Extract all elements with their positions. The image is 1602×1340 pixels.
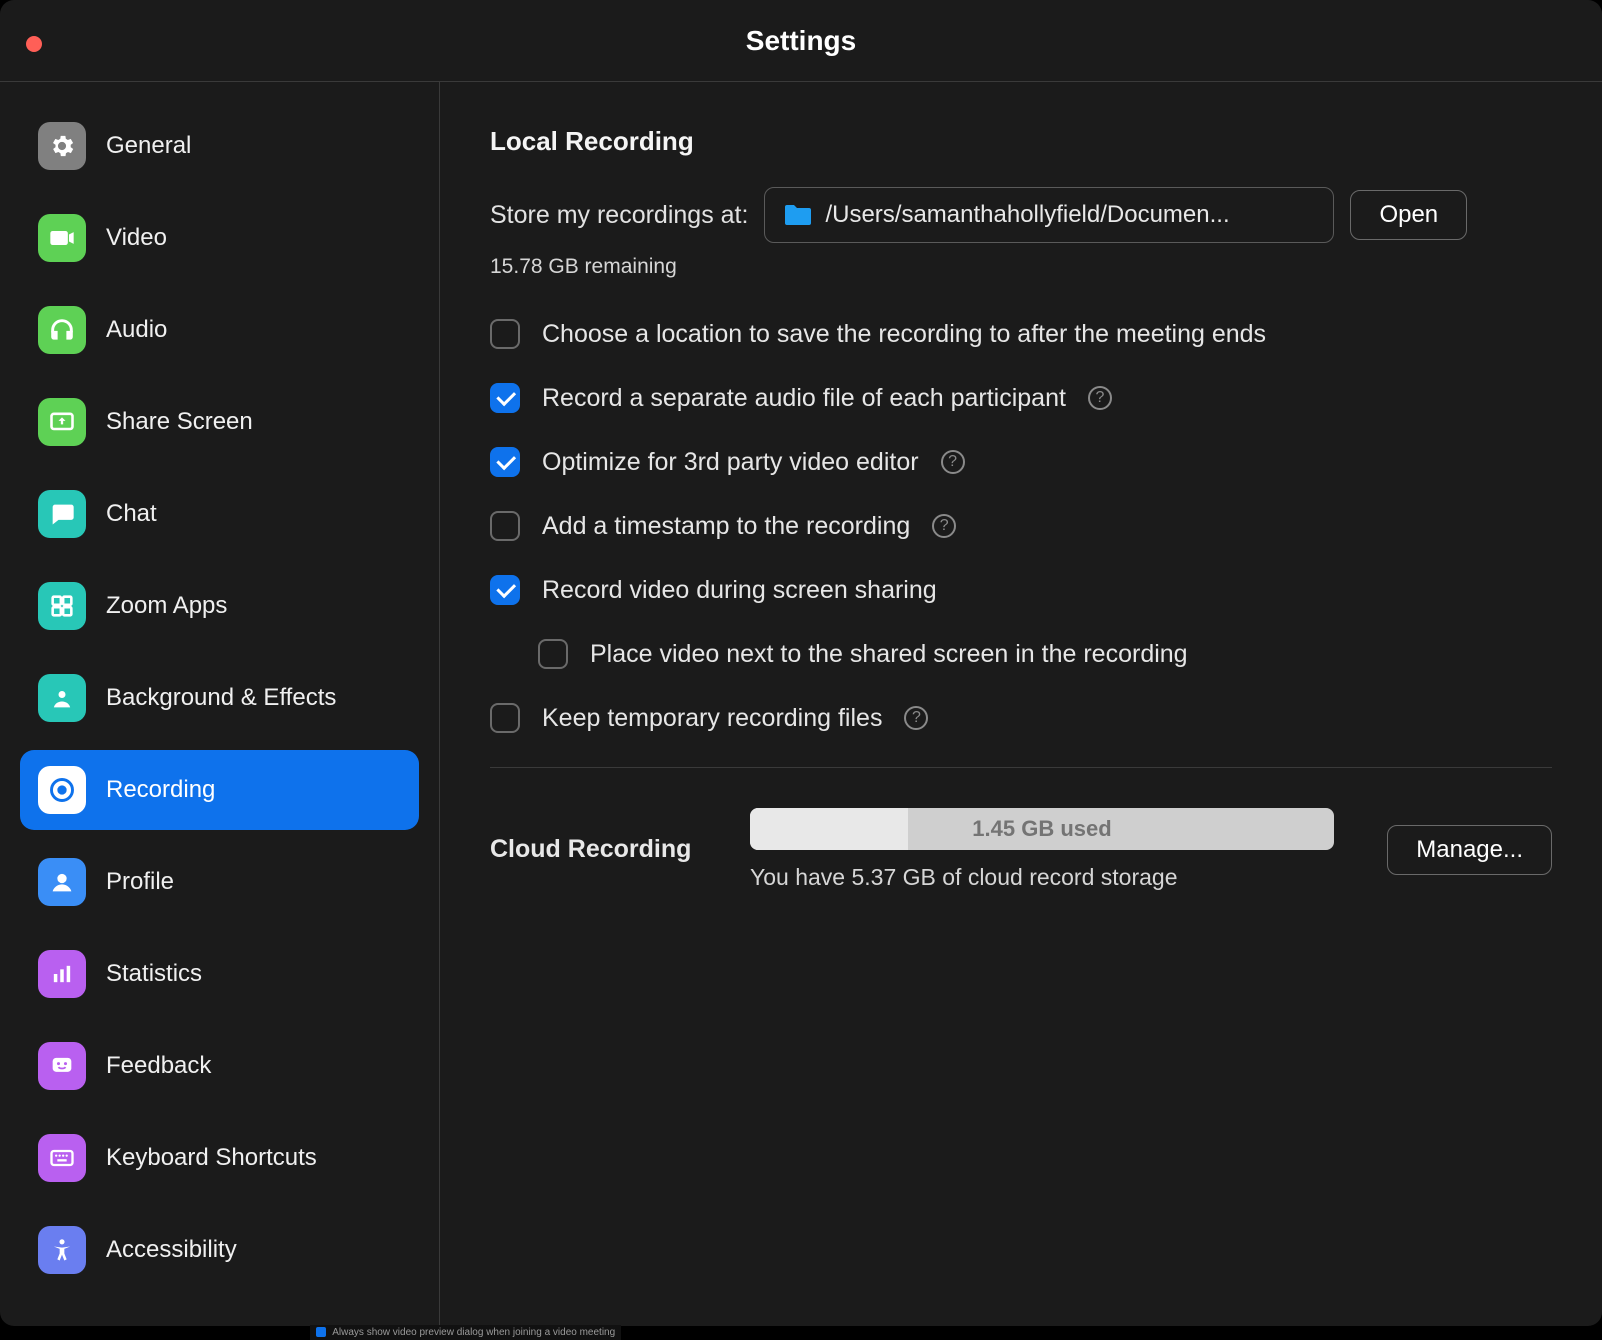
- sidebar-item-profile[interactable]: Profile: [20, 842, 419, 922]
- checkbox-label: Place video next to the shared screen in…: [590, 640, 1188, 669]
- background-window-fragment: Always show video preview dialog when jo…: [310, 1325, 621, 1340]
- cloud-usage-label: 1.45 GB used: [750, 808, 1334, 850]
- help-icon[interactable]: ?: [932, 514, 956, 538]
- section-divider: [490, 767, 1552, 768]
- checkbox-keep-temp-files[interactable]: [490, 703, 520, 733]
- sidebar-item-label: Video: [106, 224, 167, 252]
- sidebar-item-chat[interactable]: Chat: [20, 474, 419, 554]
- checkbox-label: Record a separate audio file of each par…: [542, 384, 1066, 413]
- window-title: Settings: [0, 25, 1602, 57]
- gear-icon: [38, 122, 86, 170]
- option-choose-location: Choose a location to save the recording …: [490, 319, 1552, 349]
- feedback-icon: [38, 1042, 86, 1090]
- checkbox-place-video-next[interactable]: [538, 639, 568, 669]
- open-folder-button[interactable]: Open: [1350, 190, 1467, 240]
- sidebar-item-statistics[interactable]: Statistics: [20, 934, 419, 1014]
- background-fragment-text: Always show video preview dialog when jo…: [332, 1327, 615, 1338]
- sidebar-item-label: Audio: [106, 316, 167, 344]
- sidebar-item-label: Feedback: [106, 1052, 211, 1080]
- checkbox-label: Optimize for 3rd party video editor: [542, 448, 919, 477]
- cloud-usage-bar: 1.45 GB used: [750, 808, 1334, 850]
- option-place-video-next: Place video next to the shared screen in…: [538, 639, 1552, 669]
- sidebar-item-share-screen[interactable]: Share Screen: [20, 382, 419, 462]
- content-pane: Local Recording Store my recordings at: …: [440, 82, 1602, 1326]
- sidebar-item-keyboard-shortcuts[interactable]: Keyboard Shortcuts: [20, 1118, 419, 1198]
- apps-icon: [38, 582, 86, 630]
- recording-path-field[interactable]: /Users/samanthahollyfield/Documen...: [764, 187, 1334, 243]
- sidebar-item-zoom-apps[interactable]: Zoom Apps: [20, 566, 419, 646]
- titlebar: Settings: [0, 0, 1602, 82]
- background-icon: [38, 674, 86, 722]
- checkbox-choose-location[interactable]: [490, 319, 520, 349]
- record-icon: [38, 766, 86, 814]
- accessibility-icon: [38, 1226, 86, 1274]
- sidebar-item-label: Chat: [106, 500, 157, 528]
- option-record-during-share: Record video during screen sharing: [490, 575, 1552, 605]
- sidebar-item-label: Statistics: [106, 960, 202, 988]
- share-screen-icon: [38, 398, 86, 446]
- sidebar-item-audio[interactable]: Audio: [20, 290, 419, 370]
- sidebar-item-video[interactable]: Video: [20, 198, 419, 278]
- sidebar-item-background-effects[interactable]: Background & Effects: [20, 658, 419, 738]
- chat-icon: [38, 490, 86, 538]
- checkbox-separate-audio[interactable]: [490, 383, 520, 413]
- sidebar-item-general[interactable]: General: [20, 106, 419, 186]
- video-icon: [38, 214, 86, 262]
- sidebar-item-label: Share Screen: [106, 408, 253, 436]
- checkbox-record-during-share[interactable]: [490, 575, 520, 605]
- option-add-timestamp: Add a timestamp to the recording ?: [490, 511, 1552, 541]
- sidebar-item-accessibility[interactable]: Accessibility: [20, 1210, 419, 1290]
- checkbox-add-timestamp[interactable]: [490, 511, 520, 541]
- keyboard-icon: [38, 1134, 86, 1182]
- store-recordings-label: Store my recordings at:: [490, 201, 748, 230]
- checkbox-label: Record video during screen sharing: [542, 576, 937, 605]
- cloud-storage-note: You have 5.37 GB of cloud record storage: [750, 864, 1357, 891]
- recording-path-text: /Users/samanthahollyfield/Documen...: [825, 201, 1315, 229]
- storage-remaining-text: 15.78 GB remaining: [490, 255, 1552, 279]
- sidebar-item-label: General: [106, 132, 191, 160]
- sidebar-item-label: Keyboard Shortcuts: [106, 1144, 317, 1172]
- local-recording-heading: Local Recording: [490, 126, 1552, 157]
- sidebar-item-label: Background & Effects: [106, 684, 336, 712]
- sidebar-item-label: Profile: [106, 868, 174, 896]
- profile-icon: [38, 858, 86, 906]
- help-icon[interactable]: ?: [1088, 386, 1112, 410]
- sidebar: General Video Audio Share Screen: [0, 82, 440, 1326]
- checkbox-optimize-editor[interactable]: [490, 447, 520, 477]
- option-separate-audio: Record a separate audio file of each par…: [490, 383, 1552, 413]
- stats-icon: [38, 950, 86, 998]
- cloud-recording-heading: Cloud Recording: [490, 835, 720, 864]
- sidebar-item-label: Accessibility: [106, 1236, 237, 1264]
- checkbox-label: Choose a location to save the recording …: [542, 320, 1266, 349]
- checkbox-label: Keep temporary recording files: [542, 704, 882, 733]
- sidebar-item-recording[interactable]: Recording: [20, 750, 419, 830]
- help-icon[interactable]: ?: [941, 450, 965, 474]
- window-controls: [26, 36, 42, 52]
- option-optimize-editor: Optimize for 3rd party video editor ?: [490, 447, 1552, 477]
- manage-cloud-button[interactable]: Manage...: [1387, 825, 1552, 875]
- headphones-icon: [38, 306, 86, 354]
- folder-icon: [783, 203, 813, 227]
- tiny-checkbox-icon: [316, 1327, 326, 1337]
- help-icon[interactable]: ?: [904, 706, 928, 730]
- close-window-button[interactable]: [26, 36, 42, 52]
- sidebar-item-label: Recording: [106, 776, 215, 804]
- sidebar-item-label: Zoom Apps: [106, 592, 227, 620]
- sidebar-item-feedback[interactable]: Feedback: [20, 1026, 419, 1106]
- checkbox-label: Add a timestamp to the recording: [542, 512, 910, 541]
- option-keep-temp-files: Keep temporary recording files ?: [490, 703, 1552, 733]
